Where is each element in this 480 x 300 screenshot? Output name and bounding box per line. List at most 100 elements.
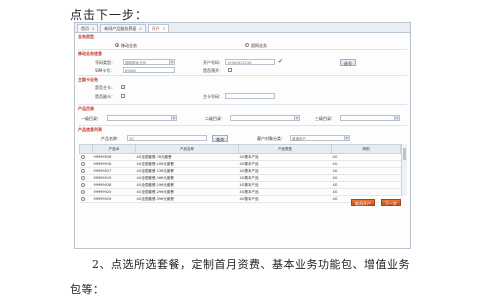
row-radio[interactable] [80,189,85,194]
mobile-info-row-1: 号码类型： 固网移动业务 ▾ 开户号码： 15962622238 ✔ 选号 [75,58,410,67]
column-header [79,144,93,154]
scrollbar-thumb[interactable] [403,148,406,160]
business-type-row: 移动业务 固网业务 [75,41,410,49]
section-extra-title: 主副卡业务 [78,77,98,82]
user-number-value: 15962622238 [227,61,252,65]
column-header[interactable]: 产品类型 [238,144,332,154]
tab-home[interactable]: 首页 x [77,24,99,32]
cell-net: 4G [331,160,401,168]
table-row[interactable]: 99999918 4G全国套餐-106元套餐 4G基本产品 4G [79,160,401,168]
is-main-label: 是否主卡： [95,85,115,90]
cell-net: 4G [331,153,401,161]
user-number-input[interactable]: 15962622238 [225,59,275,65]
cancel-open-button[interactable]: 取消开户 [351,199,375,206]
radio-fixed[interactable] [245,43,249,47]
sim-input[interactable]: 89860 [123,67,175,73]
cell-id: 99999926 [92,153,136,161]
is-sub-row: 是否副卡： 主卡号码： [75,92,410,101]
user-category-select[interactable]: 普通用户 ▾ [290,135,350,141]
section-mobile-info-title: 移动业务信息 [78,51,102,56]
cell-type: 4G基本产品 [238,153,332,161]
column-header[interactable]: 产品ID [92,144,136,154]
row-select-cell [79,153,93,161]
footer-bar: 取消开户 下一步 [75,196,410,208]
is-main-checkbox[interactable]: ✓ [121,85,125,90]
row-radio[interactable] [80,182,85,187]
product-name-label: 产品名称： [101,136,121,141]
cell-net: 4G [331,167,401,175]
chevron-down-icon: ▾ [171,116,176,120]
tab-product-service-label: 新网产品服务界面 [104,25,137,31]
product-table-wrap: 产品ID 产品名称 产品类型 网别 99999926 4G全国套餐-76元套餐 4G… [75,144,407,203]
query-button[interactable]: 查询 [212,135,228,142]
close-icon[interactable]: x [139,26,141,31]
is-sub-checkbox[interactable] [121,94,125,98]
cell-id: 99999918 [92,160,136,168]
table-row[interactable]: 99999926 4G全国套餐-76元套餐 4G基本产品 4G [79,153,401,161]
tab-product-service[interactable]: 新网产品服务界面 x [100,24,146,32]
pre-card-checkbox[interactable] [228,68,232,72]
level2-select[interactable]: ▾ [230,115,300,121]
chevron-down-icon: ▾ [294,116,299,120]
row-radio[interactable] [80,168,85,173]
level2-label: 二级目录： [205,116,225,121]
cell-type: 4G基本产品 [238,181,332,189]
select-number-button[interactable]: 选号 [340,59,356,66]
table-row[interactable]: 99999919 4G全国套餐-166元套餐 4G基本产品 4G [79,174,401,182]
column-header[interactable]: 产品名称 [135,144,239,154]
next-step-button[interactable]: 下一步 [381,199,401,206]
cell-type: 4G基本产品 [238,188,332,196]
main-number-input[interactable] [225,93,275,99]
tab-open-account-label: 开户 [151,25,160,31]
cell-name: 4G全国套餐-196元套餐 [135,181,239,189]
product-name-input[interactable]: 3G [127,135,207,141]
product-tree-row: 一级目录： ▾ 二级目录： ▾ 三级目录： ▾ [75,113,410,123]
chevron-down-icon: ▾ [169,60,174,64]
cell-net: 4G [331,181,401,189]
chevron-down-icon: ▾ [344,136,349,140]
cell-name: 4G全国套餐-76元套餐 [135,153,239,161]
row-radio[interactable] [80,175,85,180]
table-row[interactable]: 99999927 4G全国套餐-136元套餐 4G基本产品 4G [79,167,401,175]
cell-id: 99999920 [92,188,136,196]
row-select-cell [79,174,93,182]
product-table: 产品ID 产品名称 产品类型 网别 99999926 4G全国套餐-76元套餐 4G… [79,144,401,203]
level1-label: 一级目录： [81,116,101,121]
column-header[interactable]: 网别 [331,144,401,154]
radio-mobile-label: 移动业务 [121,43,137,48]
cell-net: 4G [331,188,401,196]
number-type-select[interactable]: 固网移动业务 ▾ [123,59,175,65]
table-header-row: 产品ID 产品名称 产品类型 网别 [79,144,401,154]
cell-id: 99999919 [92,174,136,182]
cell-name: 4G全国套餐-296元套餐 [135,188,239,196]
table-row[interactable]: 99999928 4G全国套餐-196元套餐 4G基本产品 4G [79,181,401,189]
level1-select[interactable]: ▾ [107,115,177,121]
tab-bar: 首页 x 新网产品服务界面 x 开户 x [75,23,410,33]
section-business-type-title: 业务类型 [78,34,94,39]
doc-step2-text: 2、点选所选套餐，定制首月资费、基本业务功能包、增值业务 [92,258,410,271]
level3-select[interactable]: ▾ [340,115,400,121]
user-category-value: 普通用户 [292,137,306,141]
level3-label: 三级目录： [315,116,335,121]
cell-name: 4G全国套餐-136元套餐 [135,167,239,175]
radio-mobile[interactable] [115,43,119,47]
pre-card-label: 是否预开： [203,68,223,73]
check-icon: ✔ [278,58,284,65]
cell-id: 99999927 [92,167,136,175]
tab-home-label: 首页 [81,25,89,31]
close-icon[interactable]: x [92,26,94,31]
row-radio[interactable] [80,161,85,166]
row-select-cell [79,188,93,196]
section-product-tree-title: 产品目录 [78,106,94,111]
tab-open-account[interactable]: 开户 x [147,24,170,32]
number-type-label: 号码类型： [95,60,115,65]
row-select-cell [79,160,93,168]
cell-name: 4G全国套餐-166元套餐 [135,174,239,182]
sim-value: 89860 [125,69,137,73]
cell-type: 4G基本产品 [238,167,332,175]
product-name-value: 3G [129,137,134,141]
table-scrollbar[interactable] [401,144,407,196]
row-radio[interactable] [80,154,85,159]
close-icon[interactable]: x [163,26,165,31]
table-row[interactable]: 99999920 4G全国套餐-296元套餐 4G基本产品 4G [79,188,401,196]
